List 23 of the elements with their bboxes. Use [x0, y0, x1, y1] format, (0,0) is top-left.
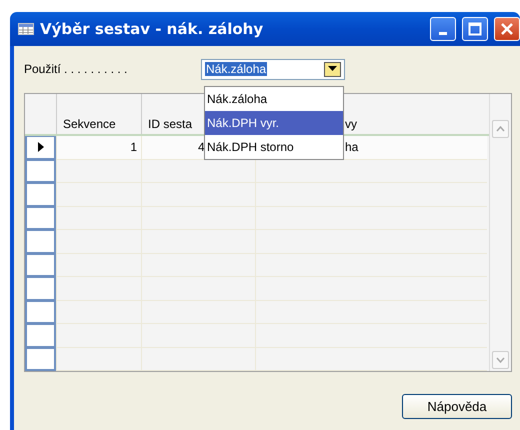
minimize-icon: [439, 32, 447, 34]
scroll-up-icon: [496, 126, 505, 132]
usage-dropdown[interactable]: Nák.záloha: [201, 58, 345, 80]
dropdown-button[interactable]: [324, 62, 341, 76]
current-row-icon: [38, 142, 44, 152]
maximize-icon: [468, 22, 482, 36]
close-button[interactable]: [494, 17, 520, 41]
window-title: Výběr sestav - nák. zálohy: [40, 20, 264, 38]
help-button[interactable]: Nápověda: [402, 394, 512, 419]
table-icon: [18, 23, 34, 35]
close-icon: [500, 22, 514, 36]
table-cell: 1: [56, 136, 141, 160]
scrollbar[interactable]: [489, 94, 511, 371]
field-label: Použití . . . . . . . . . .: [24, 62, 128, 76]
column-header[interactable]: ID sesta: [148, 117, 192, 131]
scroll-down-icon: [496, 357, 505, 363]
dropdown-option[interactable]: Nák.DPH vyr.: [205, 111, 343, 135]
column-header[interactable]: vy: [345, 117, 357, 131]
minimize-button[interactable]: [430, 17, 456, 41]
caret-icon: [328, 66, 337, 72]
row-selector[interactable]: [25, 136, 56, 160]
column-header[interactable]: Sekvence: [63, 117, 116, 131]
maximize-button[interactable]: [462, 17, 488, 41]
